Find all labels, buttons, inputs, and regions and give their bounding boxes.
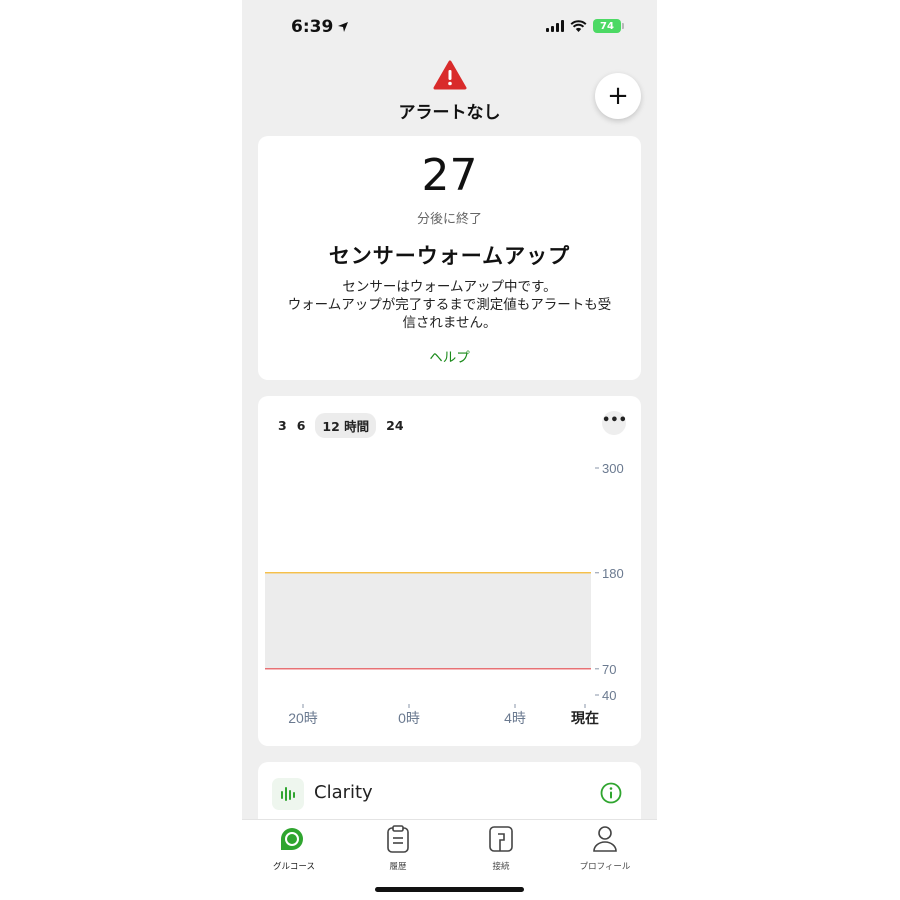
x-tick-label: 4時 — [504, 710, 526, 726]
warmup-desc-line: ウォームアップが完了するまで測定値もアラートも受 — [287, 297, 612, 313]
add-icon: + — [607, 81, 629, 111]
tab-profile[interactable]: プロフィール — [565, 824, 645, 872]
sensor-warmup-card: 27 分後に終了 センサーウォームアップ センサーはウォームアップ中です。 ウォ… — [258, 136, 641, 380]
clarity-logo-icon — [272, 778, 304, 810]
home-indicator — [375, 887, 524, 892]
warmup-desc-line: センサーはウォームアップ中です。 — [342, 279, 557, 295]
battery-icon: 74 — [593, 19, 624, 33]
wifi-icon — [570, 19, 587, 32]
x-tick-label: 0時 — [398, 710, 420, 726]
glucose-chart: 300 180 70 40 20時 0時 4時 現在 — [265, 461, 624, 726]
status-icons: 74 — [546, 19, 624, 33]
tab-label: グルコース — [273, 862, 315, 872]
tab-label: プロフィール — [579, 862, 631, 872]
warmup-desc-line: 信されません。 — [402, 315, 497, 331]
phone-screen: 6:39 74 アラートなし + 27 分後に終了 センサーウォームアップ セン… — [242, 0, 657, 900]
glucose-icon — [281, 828, 303, 850]
warmup-minutes-caption: 分後に終了 — [416, 212, 482, 227]
profile-icon — [593, 826, 617, 852]
clarity-label: Clarity — [314, 782, 373, 803]
y-tick-label: 40 — [602, 688, 616, 703]
tab-label: 履歴 — [389, 862, 407, 872]
connection-icon — [489, 826, 513, 852]
tab-connection[interactable]: 接続 — [461, 824, 541, 872]
warmup-description: センサーはウォームアップ中です。 ウォームアップが完了するまで測定値もアラートも… — [272, 278, 627, 332]
y-tick-label: 180 — [602, 566, 624, 581]
info-icon[interactable] — [600, 782, 622, 804]
clock-text: 6:39 — [291, 17, 334, 37]
help-link[interactable]: ヘルプ — [258, 346, 641, 366]
y-tick-label: 300 — [602, 461, 624, 476]
x-tick-label: 現在 — [571, 710, 599, 726]
tab-glucose[interactable]: グルコース — [254, 824, 334, 872]
y-tick-label: 70 — [602, 662, 616, 677]
add-button[interactable]: + — [595, 73, 641, 119]
history-icon — [387, 825, 409, 853]
glucose-chart-card: 3 6 12 時間 24 ••• 300 180 70 40 20時 0時 4時 現在 — [258, 396, 641, 746]
battery-level: 74 — [600, 20, 614, 32]
alert-triangle-icon — [433, 60, 467, 90]
tab-history[interactable]: 履歴 — [358, 824, 438, 872]
warmup-minutes: 27 — [421, 150, 478, 201]
target-range-band — [265, 572, 591, 669]
status-time: 6:39 — [291, 17, 349, 37]
x-tick-label: 20時 — [288, 710, 318, 726]
warmup-title: センサーウォームアップ — [328, 244, 571, 268]
location-arrow-icon — [338, 22, 349, 32]
tab-bar: グルコース 履歴 接続 プロフィール — [242, 819, 657, 900]
cellular-signal-icon — [546, 20, 564, 32]
tab-label: 接続 — [492, 862, 510, 872]
